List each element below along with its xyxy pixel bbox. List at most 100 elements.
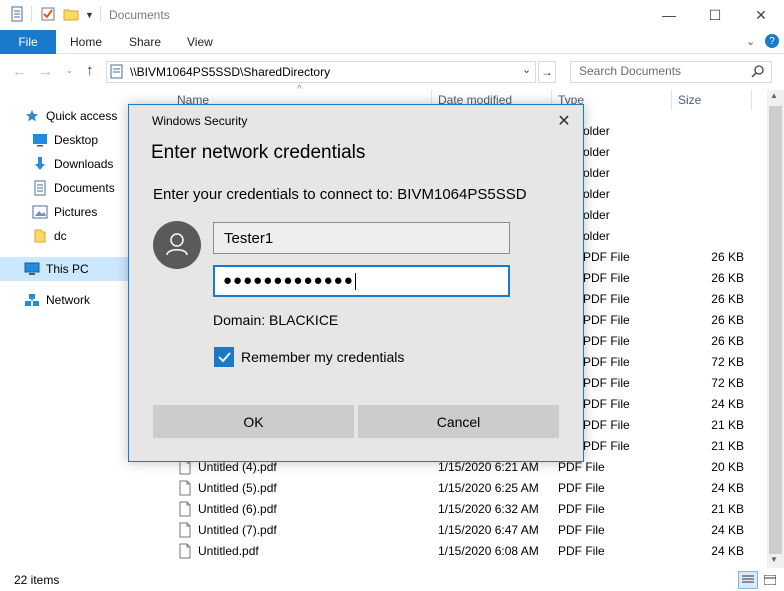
search-icon[interactable]: [751, 64, 765, 81]
file-type: PDF File: [558, 460, 605, 474]
file-size: 26 KB: [711, 250, 744, 264]
tab-view[interactable]: View: [187, 30, 213, 54]
file-name: Untitled (4).pdf: [198, 460, 277, 474]
file-type: older: [583, 208, 610, 222]
file-type: PDF File: [558, 481, 605, 495]
windows-security-dialog: Windows Security ✕ Enter network credent…: [128, 104, 584, 462]
file-size: 20 KB: [711, 460, 744, 474]
file-size: 26 KB: [711, 313, 744, 327]
file-type: older: [583, 187, 610, 201]
scrollbar-thumb[interactable]: [769, 106, 782, 554]
column-divider[interactable]: [671, 90, 672, 110]
file-size: 21 KB: [711, 439, 744, 453]
file-type: PDF File: [583, 376, 630, 390]
remember-credentials-label[interactable]: Remember my credentials: [241, 349, 404, 365]
file-type: PDF File: [583, 292, 630, 306]
password-field[interactable]: ●●●●●●●●●●●●●: [213, 265, 510, 297]
tab-home[interactable]: Home: [70, 30, 102, 54]
file-type: PDF File: [583, 397, 630, 411]
cancel-button[interactable]: Cancel: [358, 405, 559, 438]
close-button[interactable]: ✕: [738, 0, 784, 30]
details-view-icon[interactable]: [738, 571, 758, 589]
file-name: Untitled (6).pdf: [198, 502, 277, 516]
desktop-icon: [32, 132, 48, 148]
file-name: Untitled (5).pdf: [198, 481, 277, 495]
forward-arrow-icon[interactable]: →: [38, 63, 53, 80]
tab-share[interactable]: Share: [129, 30, 161, 54]
file-date: 1/15/2020 6:08 AM: [438, 544, 539, 558]
file-type: older: [583, 124, 610, 138]
file-size: 24 KB: [711, 523, 744, 537]
file-type: older: [583, 145, 610, 159]
remember-credentials-checkbox[interactable]: [214, 347, 234, 367]
file-name: Untitled.pdf: [198, 544, 259, 558]
recent-locations-icon[interactable]: ⌄: [66, 66, 73, 75]
search-placeholder: Search Documents: [579, 64, 682, 78]
user-icon: [166, 233, 188, 256]
file-size: 21 KB: [711, 418, 744, 432]
file-size: 24 KB: [711, 397, 744, 411]
star-icon: [24, 108, 40, 124]
ribbon-bar: [0, 30, 784, 54]
password-value: ●●●●●●●●●●●●●: [223, 272, 354, 289]
properties-icon[interactable]: [9, 6, 25, 22]
tab-file[interactable]: File: [0, 30, 56, 54]
file-type: PDF File: [583, 250, 630, 264]
file-date: 1/15/2020 6:25 AM: [438, 481, 539, 495]
nav-label: Pictures: [54, 205, 98, 219]
large-icons-view-icon[interactable]: [761, 572, 779, 588]
user-avatar: [153, 221, 201, 269]
username-field[interactable]: Tester1: [213, 222, 510, 254]
minimize-button[interactable]: —: [646, 0, 692, 30]
up-arrow-icon[interactable]: ↑: [86, 62, 94, 79]
nav-label: Desktop: [54, 133, 99, 147]
file-size: 24 KB: [711, 481, 744, 495]
maximize-button[interactable]: ☐: [692, 0, 738, 30]
table-row[interactable]: Untitled.pdf 1/15/2020 6:08 AM PDF File 24 …: [175, 541, 755, 562]
file-type: PDF File: [583, 313, 630, 327]
address-dropdown-icon[interactable]: ⌄: [522, 63, 531, 76]
file-type: PDF File: [583, 439, 630, 453]
nav-label: Quick access: [46, 109, 118, 123]
file-date: 1/15/2020 6:47 AM: [438, 523, 539, 537]
pdf-file-icon: [179, 480, 191, 499]
back-arrow-icon[interactable]: ←: [12, 63, 27, 80]
pdf-file-icon: [179, 543, 191, 562]
table-row[interactable]: Untitled (6).pdf 1/15/2020 6:32 AM PDF Fil…: [175, 499, 755, 520]
table-row[interactable]: Untitled (5).pdf 1/15/2020 6:25 AM PDF Fil…: [175, 478, 755, 499]
file-type: PDF File: [558, 544, 605, 558]
dialog-caption: Windows Security: [152, 114, 248, 128]
ribbon-expand-icon[interactable]: ⌄: [746, 35, 755, 48]
network-folder-icon: [110, 64, 124, 83]
window-title: Documents: [109, 8, 170, 22]
computer-icon: [24, 261, 40, 277]
scroll-up-arrow-icon[interactable]: ▲: [770, 91, 778, 100]
checklist-icon[interactable]: [40, 6, 56, 22]
qa-separator: [31, 6, 32, 22]
file-size: 24 KB: [711, 544, 744, 558]
dialog-prompt: Enter your credentials to connect to: BI…: [153, 186, 527, 203]
file-size: 72 KB: [711, 355, 744, 369]
file-size: 21 KB: [711, 502, 744, 516]
pdf-file-icon: [179, 522, 191, 541]
column-divider[interactable]: [751, 90, 752, 110]
go-arrow-icon[interactable]: →: [538, 61, 556, 83]
title-separator: [100, 6, 101, 22]
text-cursor: [354, 272, 356, 290]
dialog-close-button[interactable]: ✕: [549, 109, 579, 133]
file-size: 26 KB: [711, 271, 744, 285]
title-bar: ▼ Documents — ☐ ✕: [0, 0, 784, 30]
address-path: \\BIVM1064PS5SSD\SharedDirectory: [130, 65, 331, 79]
customize-qa-dropdown-icon[interactable]: ▼: [85, 10, 94, 20]
ok-button[interactable]: OK: [153, 405, 354, 438]
new-folder-icon[interactable]: [63, 6, 79, 22]
column-header-size[interactable]: Size: [678, 93, 701, 107]
file-size: 72 KB: [711, 376, 744, 390]
scroll-down-arrow-icon[interactable]: ▼: [770, 555, 778, 564]
sort-ascending-icon: ^: [297, 84, 302, 95]
table-row[interactable]: Untitled (7).pdf 1/15/2020 6:47 AM PDF Fil…: [175, 520, 755, 541]
nav-label: This PC: [46, 262, 89, 276]
domain-label: Domain: BLACKICE: [213, 312, 339, 328]
dialog-heading: Enter network credentials: [151, 142, 366, 163]
help-icon[interactable]: ?: [765, 34, 779, 48]
